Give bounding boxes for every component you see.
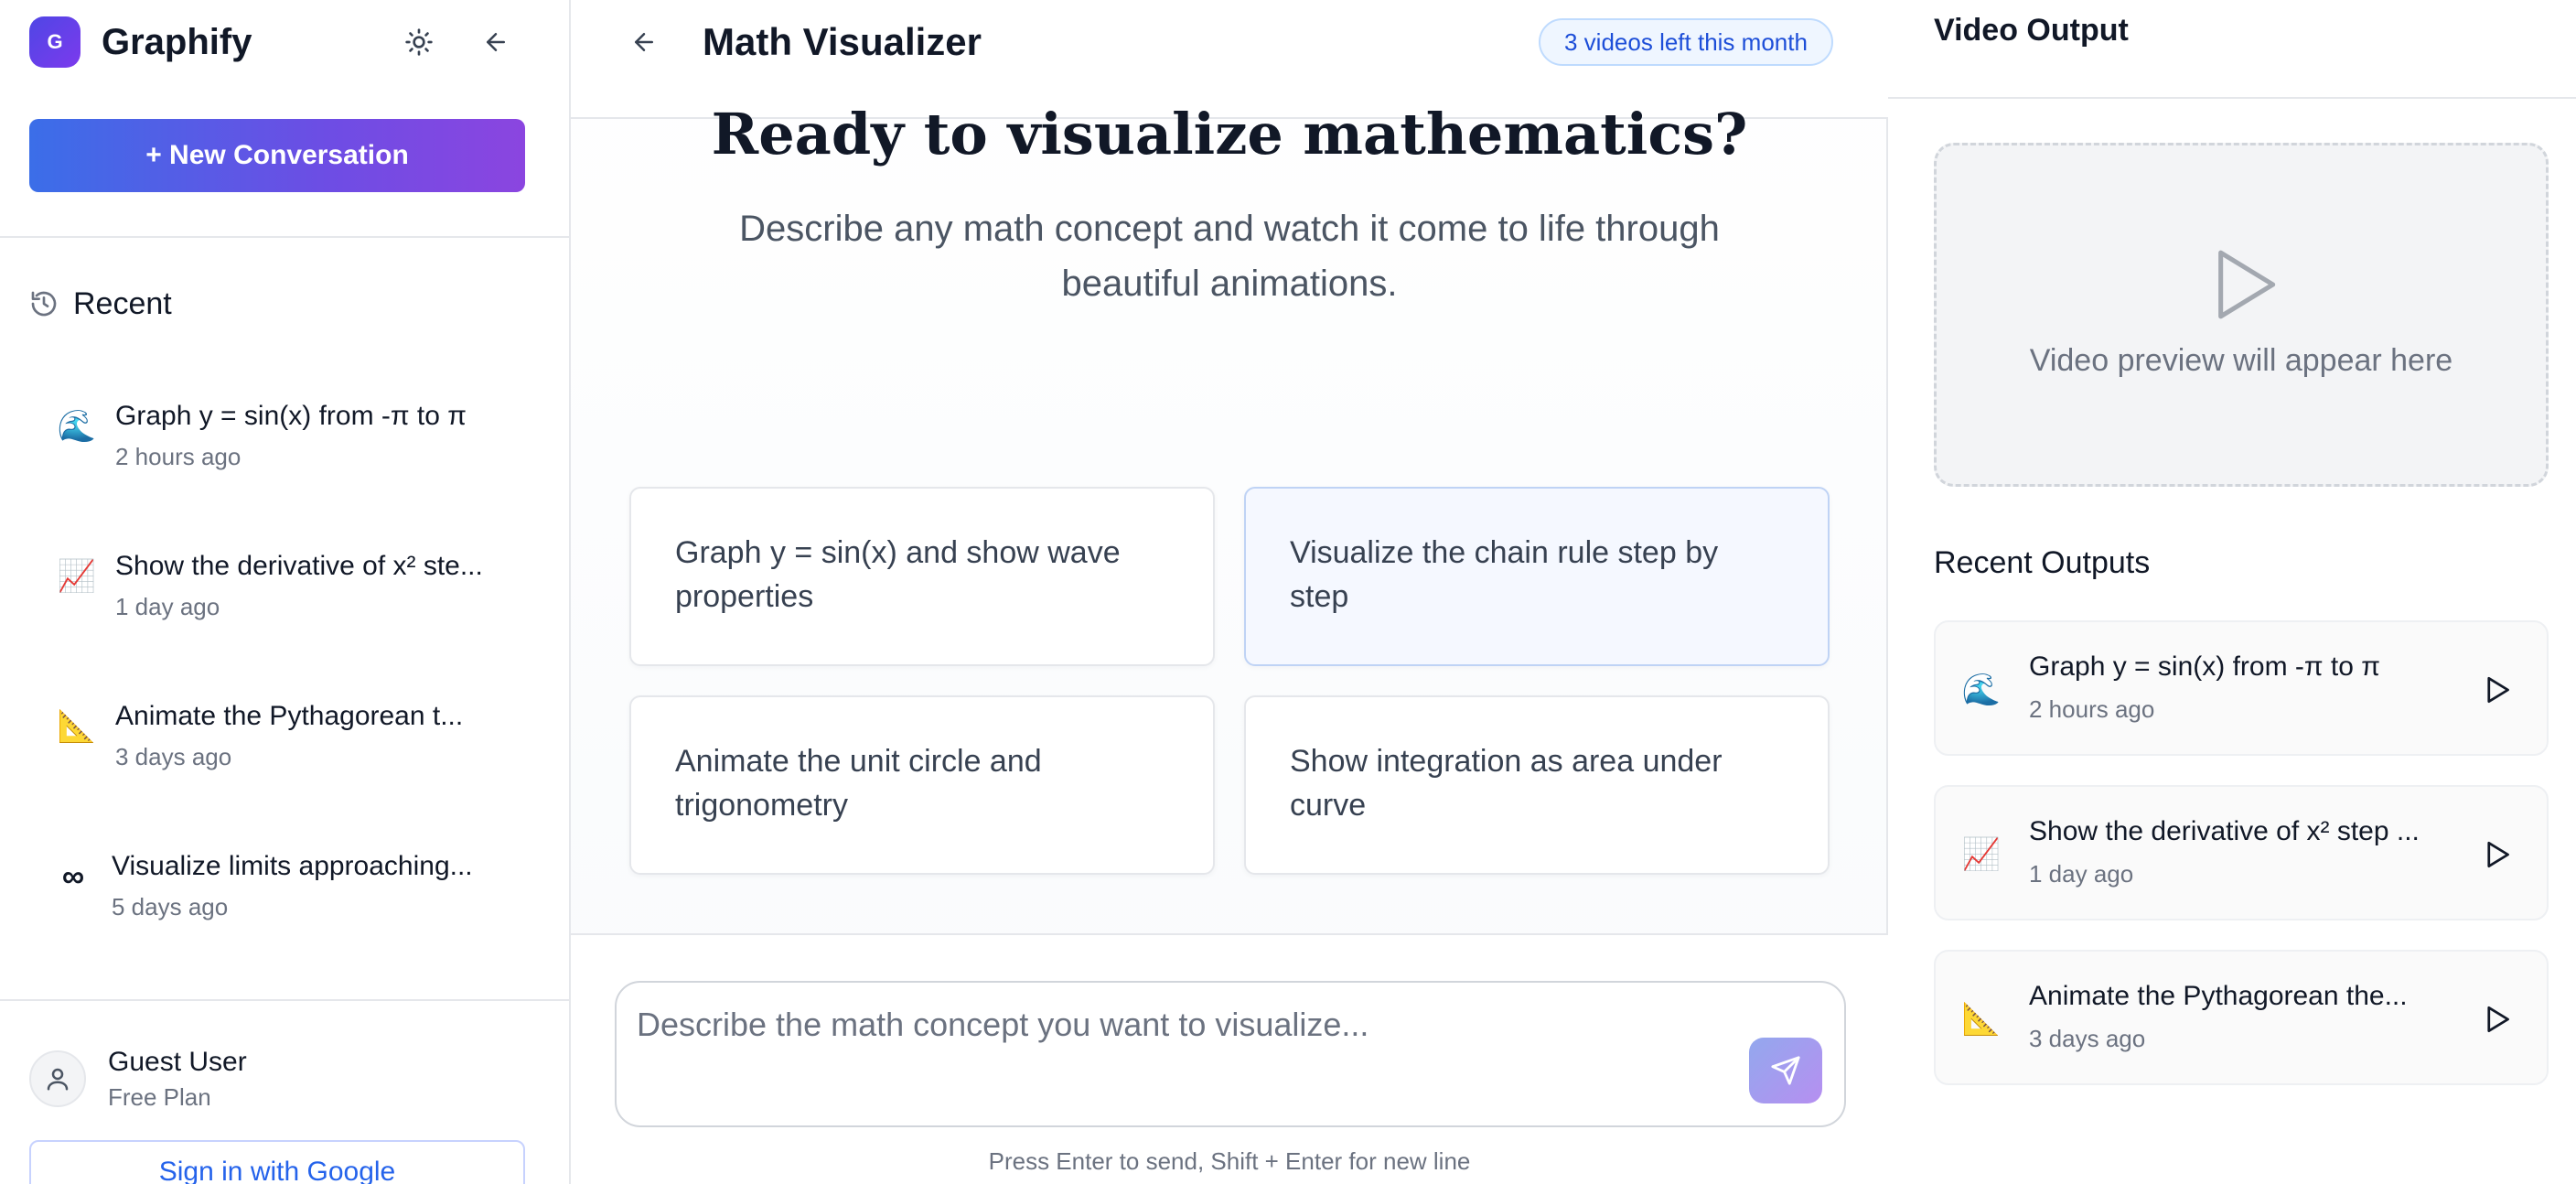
recent-header: Recent: [29, 284, 172, 324]
suggestion-card[interactable]: Show integration as area under curve: [1244, 695, 1830, 875]
conversation-title: Graph y = sin(x) from -π to π: [115, 401, 467, 431]
quota-badge: 3 videos left this month: [1539, 18, 1833, 66]
conversation-time: 5 days ago: [112, 893, 229, 920]
conversation-title: Animate the Pythagorean t...: [115, 701, 464, 731]
play-button[interactable]: [2475, 833, 2519, 877]
main-panel: Math Visualizer 3 videos left this month…: [571, 0, 1888, 1184]
video-preview: Video preview will appear here: [1934, 143, 2549, 487]
avatar: [29, 1050, 86, 1107]
wave-icon: 🌊: [57, 409, 97, 444]
brand-logo: G: [29, 16, 80, 68]
send-icon: [1771, 1056, 1800, 1085]
output-title: Graph y = sin(x) from -π to π: [2029, 651, 2380, 682]
play-button[interactable]: [2475, 668, 2519, 712]
sun-icon: [405, 28, 433, 56]
user-plan: Free Plan: [108, 1083, 211, 1111]
suggestion-card[interactable]: Animate the unit circle and trigonometry: [629, 695, 1215, 875]
output-card[interactable]: 📐 Animate the Pythagorean the... 3 days …: [1934, 950, 2549, 1085]
conversation-time: 2 hours ago: [115, 443, 242, 470]
composer-bar: Press Enter to send, Shift + Enter for n…: [571, 933, 1888, 1184]
suggestion-text: Animate the unit circle and trigonometry: [675, 744, 1042, 823]
output-title: Animate the Pythagorean the...: [2029, 981, 2408, 1011]
infinity-icon: ∞: [61, 858, 85, 894]
video-output-panel: Video Output Video preview will appear h…: [1888, 0, 2576, 1184]
output-card[interactable]: 🌊 Graph y = sin(x) from -π to π 2 hours …: [1934, 620, 2549, 756]
hero-subtitle: Describe any math concept and watch it c…: [739, 209, 1720, 304]
output-title: Show the derivative of x² step ...: [2029, 816, 2420, 846]
conversation-item[interactable]: 📈 Show the derivative of x² ste... 1 day…: [0, 525, 569, 635]
suggestion-text: Visualize the chain rule step by step: [1290, 535, 1719, 614]
theme-toggle-button[interactable]: [397, 20, 441, 64]
wave-icon: 🌊: [1961, 673, 2002, 707]
conversation-time: 1 day ago: [115, 593, 220, 620]
play-icon: [2487, 1006, 2509, 1033]
panel-header: Video Output: [1888, 0, 2576, 99]
triangular-ruler-icon: 📐: [57, 709, 97, 744]
output-time: 3 days ago: [2029, 1025, 2146, 1052]
play-icon: [2218, 250, 2276, 319]
new-conversation-button[interactable]: + New Conversation: [29, 119, 525, 192]
conversation-title: Show the derivative of x² ste...: [115, 551, 483, 581]
conversation-title: Visualize limits approaching...: [112, 851, 473, 881]
history-icon: [31, 291, 57, 317]
conversation-item[interactable]: 🌊 Graph y = sin(x) from -π to π 2 hours …: [0, 375, 569, 485]
divider: [0, 999, 569, 1001]
collapse-sidebar-button[interactable]: [474, 20, 518, 64]
recent-label: Recent: [73, 285, 172, 321]
output-time: 1 day ago: [2029, 860, 2134, 888]
play-icon: [2487, 841, 2509, 868]
conversation-time: 3 days ago: [115, 743, 232, 770]
preview-placeholder-text: Video preview will appear here: [2029, 343, 2453, 378]
arrow-left-icon: [635, 33, 653, 51]
brand-row: G Graphify: [29, 16, 542, 68]
composer: [615, 981, 1846, 1127]
output-time: 2 hours ago: [2029, 695, 2155, 723]
arrow-left-icon: [487, 33, 505, 51]
send-button[interactable]: [1749, 1038, 1822, 1103]
hero-title: Ready to visualize mathematics?: [711, 101, 1748, 167]
user-icon: [47, 1068, 69, 1091]
page-title: Math Visualizer: [703, 20, 982, 63]
divider: [0, 236, 569, 238]
suggestion-text: Show integration as area under curve: [1290, 744, 1723, 823]
brand-name: Graphify: [102, 22, 252, 62]
recent-outputs-title: Recent Outputs: [1934, 545, 2151, 580]
suggestion-card[interactable]: Visualize the chain rule step by step: [1244, 487, 1830, 666]
chart-increasing-icon: 📈: [1961, 837, 2002, 872]
input-hint: Press Enter to send, Shift + Enter for n…: [988, 1147, 1471, 1175]
suggestion-text: Graph y = sin(x) and show wave propertie…: [675, 535, 1121, 614]
triangular-ruler-icon: 📐: [1961, 1002, 2002, 1037]
suggestion-card[interactable]: Graph y = sin(x) and show wave propertie…: [629, 487, 1215, 666]
play-icon: [2487, 676, 2509, 704]
user-name: Guest User: [108, 1047, 247, 1077]
output-card[interactable]: 📈 Show the derivative of x² step ... 1 d…: [1934, 785, 2549, 920]
chart-increasing-icon: 📈: [57, 559, 97, 594]
prompt-input[interactable]: [637, 997, 1716, 1052]
conversation-item[interactable]: ∞ Visualize limits approaching... 5 days…: [0, 825, 569, 935]
sidebar: G Graphify + New Conversation Recent 🌊 G…: [0, 0, 571, 1184]
play-button[interactable]: [2475, 997, 2519, 1041]
conversation-item[interactable]: 📐 Animate the Pythagorean t... 3 days ag…: [0, 675, 569, 785]
panel-title: Video Output: [1934, 13, 2129, 48]
sign-in-google-button[interactable]: Sign in with Google: [29, 1140, 525, 1184]
back-button[interactable]: [622, 20, 666, 64]
